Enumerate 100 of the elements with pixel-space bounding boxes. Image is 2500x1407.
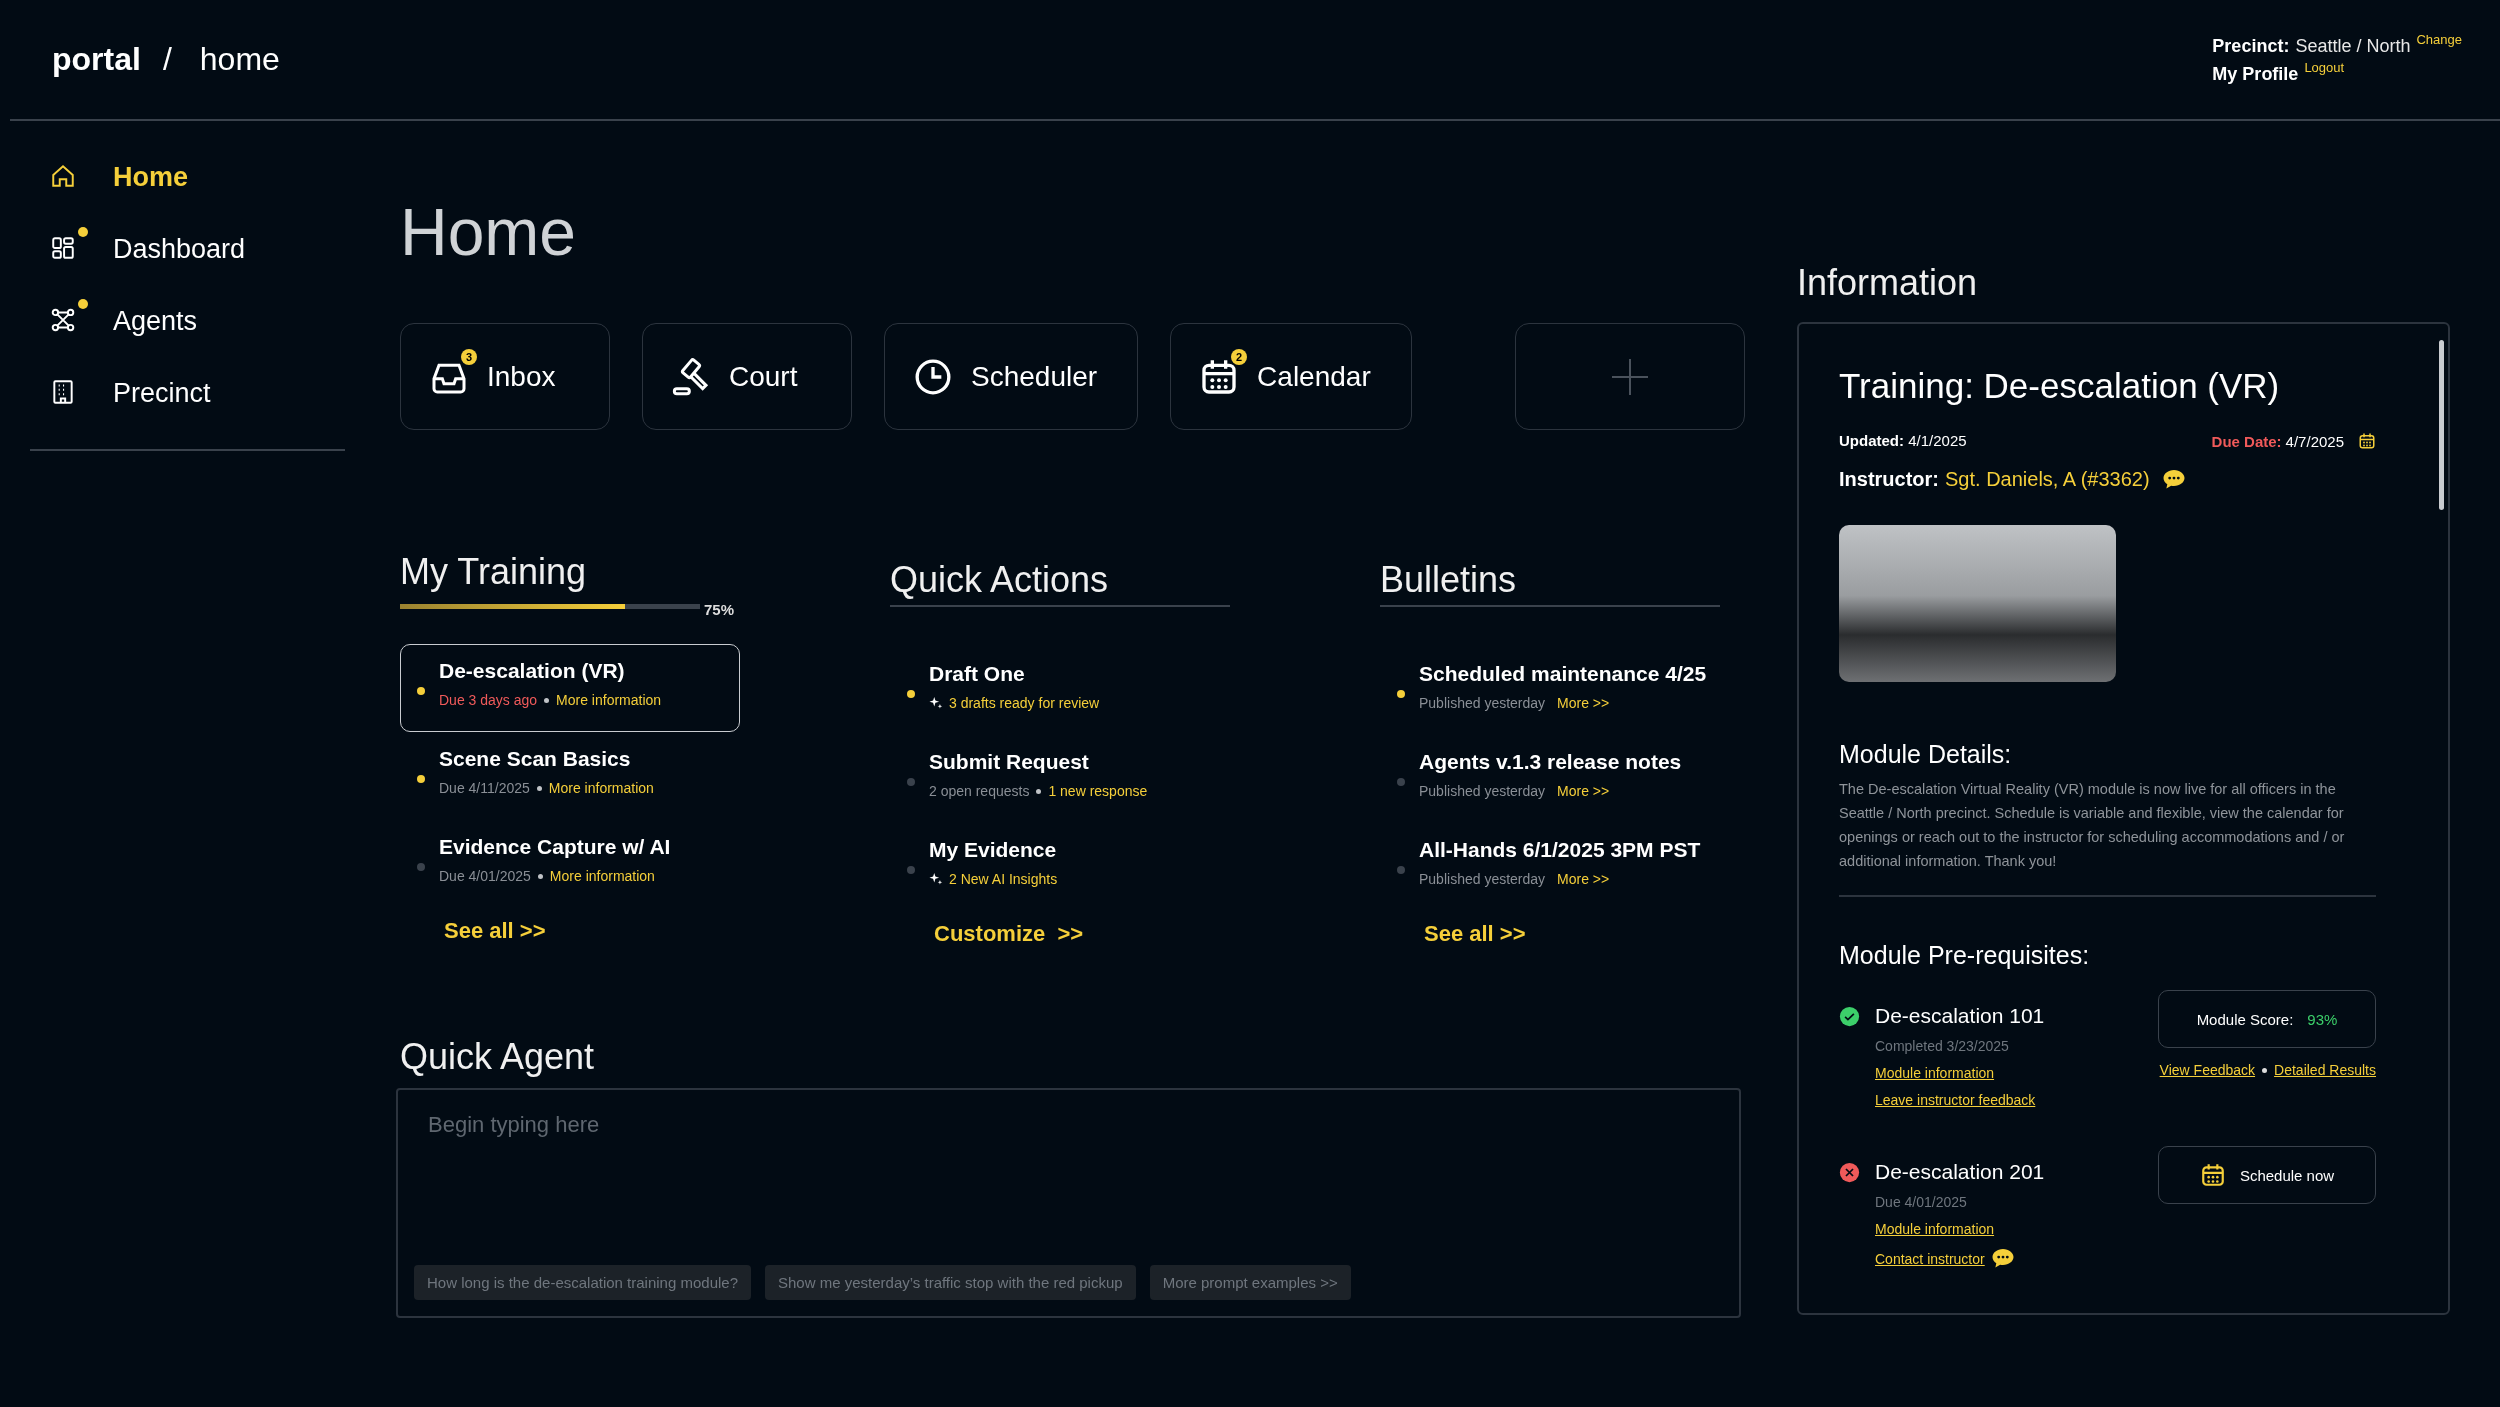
schedule-now-button[interactable]: Schedule now bbox=[2158, 1146, 2376, 1205]
item-title: Evidence Capture w/ AI bbox=[439, 835, 671, 860]
more-information-link[interactable]: More information bbox=[548, 780, 654, 797]
add-tile-button[interactable] bbox=[1515, 323, 1745, 430]
count-badge: 2 bbox=[1231, 348, 1248, 365]
published-date: Published yesterday bbox=[1419, 783, 1546, 800]
due-date: Due 4/11/2025 bbox=[439, 780, 530, 797]
due-date: 4/7/2025 bbox=[2285, 432, 2344, 450]
updated-date: 4/1/2025 bbox=[1908, 432, 1967, 450]
module-status: Completed 3/23/2025 bbox=[1875, 1038, 2010, 1055]
more-information-link[interactable]: More information bbox=[549, 868, 655, 885]
chat-icon bbox=[1990, 1248, 2015, 1270]
section-heading: Information bbox=[1797, 261, 1979, 305]
item-title: All-Hands 6/1/2025 3PM PST bbox=[1419, 838, 1701, 863]
item-title: My Evidence bbox=[929, 838, 1058, 863]
details-heading: Module Details: bbox=[1839, 740, 2013, 770]
feedback-link[interactable]: View Feedback bbox=[2159, 1062, 2256, 1079]
module-name: De-escalation 201 bbox=[1875, 1160, 2045, 1185]
agent-input-box[interactable]: Begin typing here How long is the de-escalation training module? Show me yesterday’s traffic stop with the red pickup More prompt examples >> bbox=[396, 1088, 1741, 1319]
sidebar-item[interactable]: Dashboard bbox=[30, 213, 345, 285]
see-all-link[interactable]: See all >> bbox=[444, 918, 740, 945]
more-link[interactable]: More >> bbox=[1557, 871, 1610, 888]
count-badge: 3 bbox=[461, 348, 477, 365]
quick-action-item[interactable]: Draft One 3 drafts ready for review bbox=[890, 647, 1230, 736]
module-score-button[interactable]: Module Score: 93% bbox=[2158, 990, 2376, 1049]
bulletin-item[interactable]: All-Hands 6/1/2025 3PM PST Published yesterday More >> bbox=[1380, 823, 1720, 912]
nodes-icon bbox=[50, 307, 76, 333]
section-heading: My Training bbox=[400, 550, 588, 594]
calendar-icon bbox=[2199, 1162, 2226, 1189]
item-meta: 2 open requests bbox=[929, 783, 1030, 800]
due-date-label: Due Date: bbox=[2211, 432, 2282, 450]
breadcrumb-separator: / bbox=[162, 41, 172, 78]
item-title: Agents v.1.3 release notes bbox=[1419, 750, 1682, 775]
dashboard-icon bbox=[50, 235, 76, 261]
item-title: Scene Scan Basics bbox=[439, 747, 632, 772]
quick-action-item[interactable]: Submit Request 2 open requests 1 new response bbox=[890, 735, 1230, 824]
precinct-label: Precinct: bbox=[2212, 36, 2290, 57]
app-tile[interactable]: Court bbox=[642, 323, 852, 430]
due-date: Due 3 days ago bbox=[439, 692, 538, 709]
plus-icon bbox=[1610, 356, 1650, 397]
training-item[interactable]: Scene Scan Basics Due 4/11/2025 More information bbox=[400, 732, 740, 821]
module-link[interactable]: Module information bbox=[1875, 1065, 1995, 1082]
bulletin-item[interactable]: Agents v.1.3 release notes Published yesterday More >> bbox=[1380, 735, 1720, 824]
section-heading: Bulletins bbox=[1380, 558, 1720, 608]
item-title: De-escalation (VR) bbox=[439, 659, 626, 684]
scrollbar-thumb[interactable] bbox=[2439, 340, 2444, 511]
customize-link[interactable]: Customize >> bbox=[934, 921, 1230, 948]
details-text: The De-escalation Virtual Reality (VR) module is now live for all officers in the Seattle / North precinct. Schedule is variable and flexible, view the calendar for openings or reach out to the instructor for scheduling accommodations and / or additional information. Thank you! bbox=[1839, 780, 2346, 872]
calendar-icon bbox=[2358, 432, 2376, 451]
logout-link[interactable]: Logout bbox=[2304, 60, 2345, 75]
item-title: Draft One bbox=[929, 662, 1026, 687]
see-all-link[interactable]: See all >> bbox=[1424, 921, 1720, 948]
sidebar-item[interactable]: Home bbox=[30, 141, 345, 213]
score-value: 93% bbox=[2307, 1010, 2338, 1028]
instructor-link[interactable]: Sgt. Daniels, A (#3362) bbox=[1945, 468, 2150, 492]
app-tile[interactable]: Scheduler bbox=[884, 323, 1139, 430]
published-date: Published yesterday bbox=[1419, 871, 1546, 888]
updated-label: Updated: bbox=[1839, 432, 1904, 450]
section-heading: Quick Agent bbox=[400, 1035, 596, 1079]
breadcrumb-page: home bbox=[199, 41, 280, 78]
training-item[interactable]: De-escalation (VR) Due 3 days ago More information bbox=[400, 644, 740, 733]
prompt-chip[interactable]: Show me yesterday’s traffic stop with the red pickup bbox=[765, 1265, 1136, 1301]
profile-link[interactable]: My Profile bbox=[2212, 64, 2299, 85]
status-link[interactable]: 3 drafts ready for review bbox=[949, 695, 1100, 712]
section-heading: Quick Actions bbox=[890, 558, 1230, 608]
more-link[interactable]: More >> bbox=[1557, 695, 1610, 712]
prompt-chip[interactable]: More prompt examples >> bbox=[1149, 1265, 1351, 1301]
prerequisites-heading: Module Pre-requisites: bbox=[1839, 941, 2091, 971]
prompt-chip[interactable]: How long is the de-escalation training module? bbox=[414, 1265, 751, 1301]
module-link[interactable]: Leave instructor feedback bbox=[1875, 1092, 2036, 1109]
sidebar-item[interactable]: Agents bbox=[30, 285, 345, 357]
quick-action-item[interactable]: My Evidence 2 New AI Insights bbox=[890, 823, 1230, 912]
item-title: Submit Request bbox=[929, 750, 1090, 775]
training-item[interactable]: Evidence Capture w/ AI Due 4/01/2025 More information bbox=[400, 820, 740, 909]
module-link[interactable]: Module information bbox=[1875, 1221, 1995, 1238]
status-link[interactable]: 1 new response bbox=[1048, 783, 1148, 800]
app-tile[interactable]: 3 Inbox bbox=[400, 323, 610, 430]
bulletin-item[interactable]: Scheduled maintenance 4/25 Published yesterday More >> bbox=[1380, 647, 1720, 736]
brand-name[interactable]: portal bbox=[52, 41, 141, 78]
item-title: Scheduled maintenance 4/25 bbox=[1419, 662, 1707, 687]
status-link[interactable]: 2 New AI Insights bbox=[949, 871, 1058, 888]
home-icon bbox=[50, 163, 76, 189]
module-status: Due 4/01/2025 bbox=[1875, 1194, 1968, 1211]
sidebar-item[interactable]: Precinct bbox=[30, 357, 345, 429]
chat-icon bbox=[2161, 469, 2186, 491]
progress-reading: 75% bbox=[704, 601, 735, 619]
card-title: Training: De-escalation (VR) bbox=[1839, 366, 2281, 407]
due-date: Due 4/01/2025 bbox=[439, 868, 531, 885]
more-information-link[interactable]: More information bbox=[556, 692, 662, 709]
more-link[interactable]: More >> bbox=[1557, 783, 1610, 800]
published-date: Published yesterday bbox=[1419, 695, 1546, 712]
instructor-label: Instructor: bbox=[1839, 468, 1939, 492]
app-tile[interactable]: 2 Calendar bbox=[1170, 323, 1412, 430]
change-link[interactable]: Change bbox=[2416, 32, 2462, 47]
module-name: De-escalation 101 bbox=[1875, 1004, 2045, 1029]
module-link[interactable]: Contact instructor bbox=[1875, 1250, 1985, 1267]
score-label: Module Score: bbox=[2196, 1010, 2294, 1028]
page-title: Home bbox=[400, 199, 578, 265]
results-link[interactable]: Detailed Results bbox=[2274, 1062, 2376, 1079]
gavel-icon bbox=[671, 356, 711, 397]
